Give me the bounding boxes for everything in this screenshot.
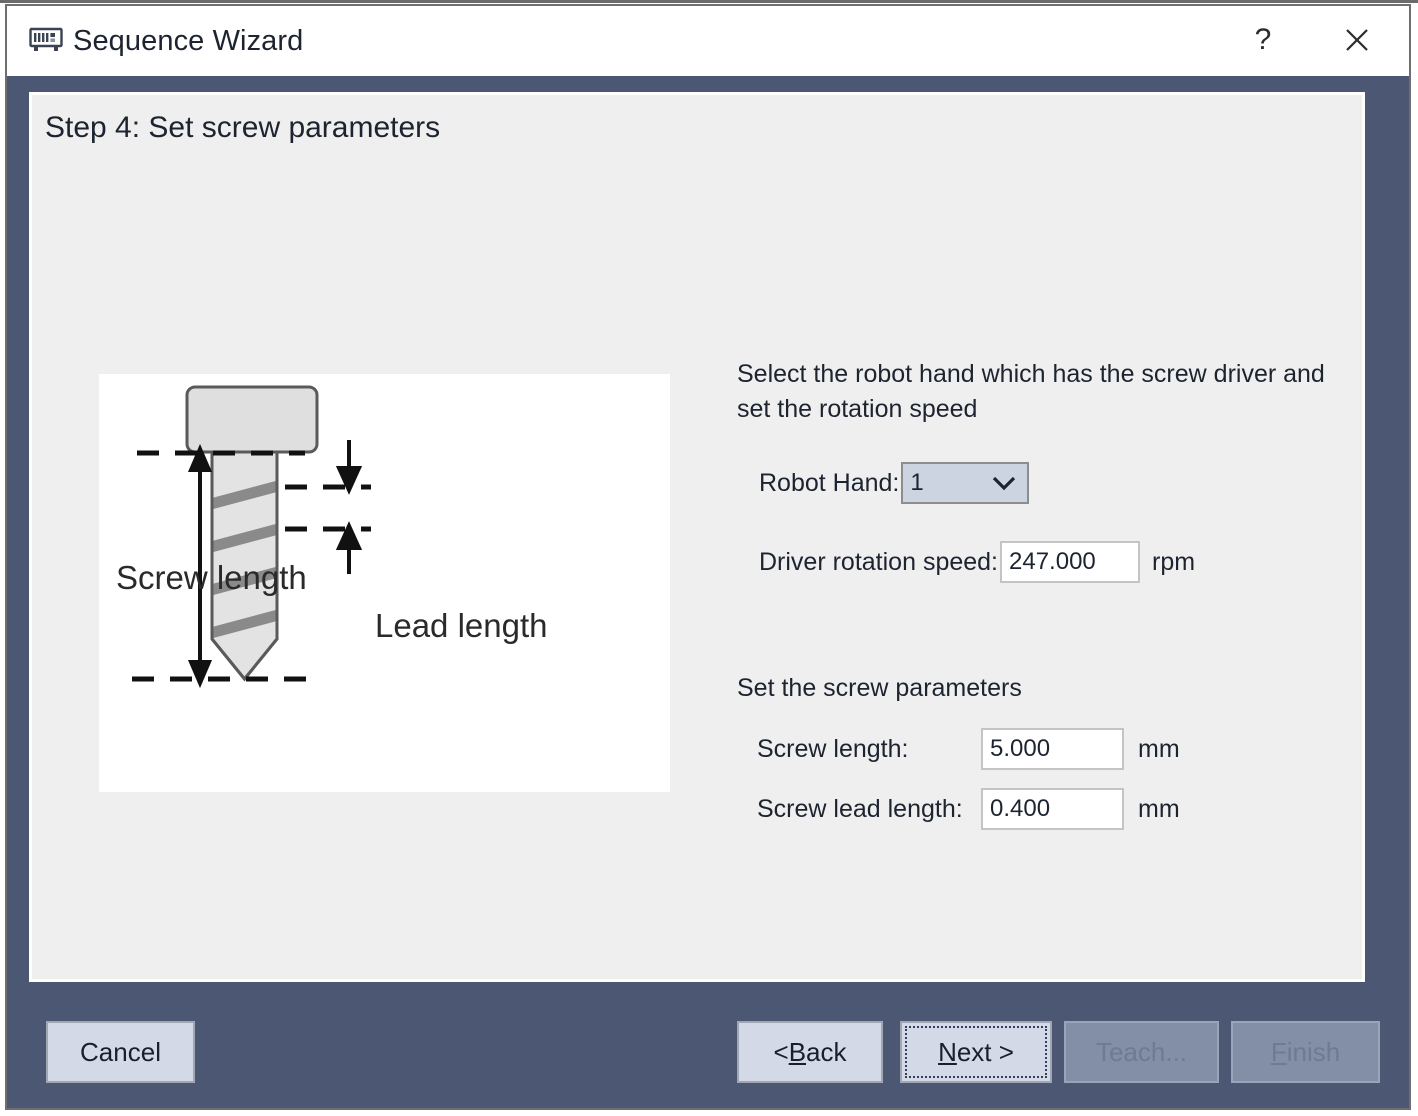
controller-module-icon — [29, 27, 63, 55]
screw-length-row: Screw length: 5.000 mm — [737, 728, 1357, 770]
screw-length-unit: mm — [1138, 735, 1180, 764]
robot-hand-row: Robot Hand: 1 — [737, 462, 1357, 504]
dialog-frame: Step 4: Set screw parameters — [7, 76, 1409, 1108]
robot-hand-label: Robot Hand: — [759, 469, 899, 498]
lead-length-label: Lead length — [375, 607, 548, 644]
question-mark-icon: ? — [1221, 22, 1305, 61]
robot-hand-select[interactable]: 1 — [901, 462, 1029, 504]
next-button[interactable]: Next > — [900, 1021, 1052, 1083]
robot-hand-value: 1 — [903, 469, 923, 497]
screw-dimension-diagram: Screw length Lead length — [99, 374, 670, 792]
driver-speed-row: Driver rotation speed: 247.000 rpm — [737, 541, 1357, 583]
title-bar: Sequence Wizard ? — [7, 6, 1409, 76]
parameters-form: Select the robot hand which has the scre… — [737, 357, 1357, 830]
cancel-button-label: Cancel — [80, 1037, 161, 1068]
teach-button-label: Teach... — [1096, 1037, 1187, 1068]
window-title: Sequence Wizard — [73, 25, 303, 58]
driver-speed-unit: rpm — [1152, 548, 1195, 577]
sequence-wizard-window: Sequence Wizard ? Step 4: Set screw para… — [5, 4, 1411, 1110]
screw-lead-length-unit: mm — [1138, 795, 1180, 824]
svg-text:?: ? — [1255, 23, 1272, 56]
teach-button: Teach... — [1064, 1021, 1219, 1083]
finish-button-accel: F — [1271, 1037, 1287, 1068]
cancel-button[interactable]: Cancel — [46, 1021, 195, 1083]
screw-lead-length-row: Screw lead length: 0.400 mm — [737, 788, 1357, 830]
screw-length-input[interactable]: 5.000 — [981, 728, 1124, 770]
back-button-label: ack — [806, 1037, 846, 1068]
back-button[interactable]: < Back — [737, 1021, 883, 1083]
screw-length-label: Screw length: — [757, 735, 981, 764]
page-title: Step 4: Set screw parameters — [45, 111, 440, 145]
back-button-prefix: < — [774, 1037, 789, 1068]
rotation-instruction-text: Select the robot hand which has the scre… — [737, 357, 1347, 426]
driver-speed-input[interactable]: 247.000 — [1000, 541, 1140, 583]
finish-button-label: inish — [1287, 1037, 1340, 1068]
content-panel: Step 4: Set screw parameters — [29, 92, 1365, 982]
close-icon — [1315, 25, 1399, 58]
finish-button: Finish — [1231, 1021, 1380, 1083]
screw-length-label: Screw length — [116, 559, 307, 596]
back-button-accel: B — [789, 1037, 806, 1068]
screw-lead-length-input[interactable]: 0.400 — [981, 788, 1124, 830]
help-button[interactable]: ? — [1221, 6, 1305, 76]
driver-speed-label: Driver rotation speed: — [759, 548, 998, 577]
screw-parameters-heading: Set the screw parameters — [737, 674, 1357, 703]
screw-lead-length-label: Screw lead length: — [757, 795, 981, 824]
cropped-window-edge — [0, 0, 1418, 3]
chevron-down-icon — [991, 475, 1017, 491]
focus-ring — [905, 1026, 1047, 1078]
close-button[interactable] — [1315, 6, 1399, 76]
